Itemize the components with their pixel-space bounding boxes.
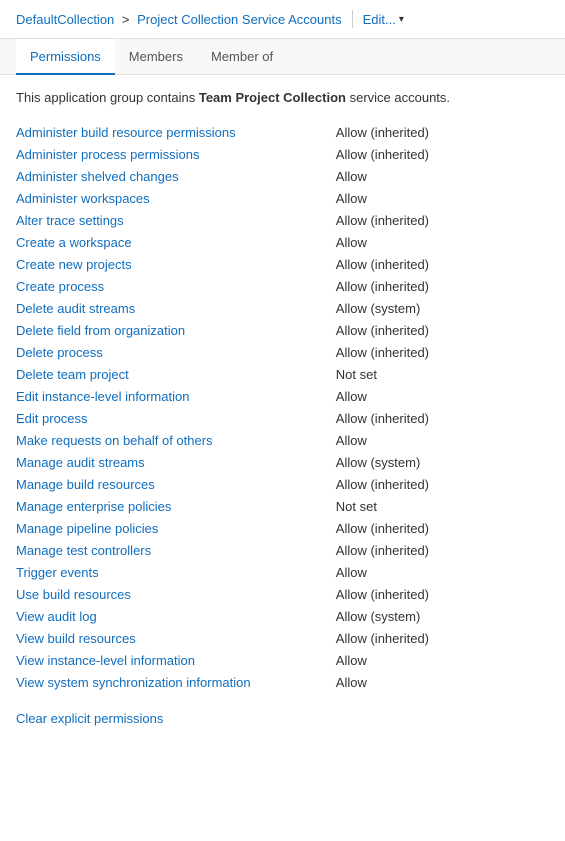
table-row: View instance-level informationAllow <box>16 649 549 671</box>
table-row: Create a workspaceAllow <box>16 231 549 253</box>
permission-status: Not set <box>336 495 549 517</box>
permission-name[interactable]: Use build resources <box>16 583 336 605</box>
permission-name[interactable]: Trigger events <box>16 561 336 583</box>
tab-permissions[interactable]: Permissions <box>16 39 115 75</box>
table-row: Delete processAllow (inherited) <box>16 341 549 363</box>
permission-status: Allow <box>336 649 549 671</box>
tabs-bar: Permissions Members Member of <box>0 39 565 75</box>
table-row: Manage build resourcesAllow (inherited) <box>16 473 549 495</box>
permission-name[interactable]: Delete field from organization <box>16 319 336 341</box>
breadcrumb-separator: > <box>122 12 130 27</box>
permission-status: Allow <box>336 561 549 583</box>
permission-status: Allow (inherited) <box>336 121 549 143</box>
description-text: This application group contains Team Pro… <box>16 89 549 107</box>
permission-status: Allow <box>336 187 549 209</box>
permission-status: Allow (inherited) <box>336 319 549 341</box>
table-row: Delete audit streamsAllow (system) <box>16 297 549 319</box>
permission-name[interactable]: Administer workspaces <box>16 187 336 209</box>
permission-status: Allow (inherited) <box>336 627 549 649</box>
permission-status: Not set <box>336 363 549 385</box>
chevron-down-icon: ▾ <box>399 14 404 25</box>
table-row: Use build resourcesAllow (inherited) <box>16 583 549 605</box>
table-row: Make requests on behalf of othersAllow <box>16 429 549 451</box>
permission-name[interactable]: Alter trace settings <box>16 209 336 231</box>
permission-name[interactable]: Manage test controllers <box>16 539 336 561</box>
permission-name[interactable]: Manage pipeline policies <box>16 517 336 539</box>
permission-name[interactable]: View audit log <box>16 605 336 627</box>
permission-status: Allow (inherited) <box>336 341 549 363</box>
tab-members[interactable]: Members <box>115 39 197 75</box>
permission-name[interactable]: Create new projects <box>16 253 336 275</box>
permission-name[interactable]: View build resources <box>16 627 336 649</box>
page-header: DefaultCollection > Project Collection S… <box>0 0 565 39</box>
clear-explicit-permissions-link[interactable]: Clear explicit permissions <box>16 711 163 726</box>
table-row: View build resourcesAllow (inherited) <box>16 627 549 649</box>
permission-status: Allow (inherited) <box>336 253 549 275</box>
permission-status: Allow (inherited) <box>336 275 549 297</box>
permission-status: Allow (system) <box>336 605 549 627</box>
permission-name[interactable]: View system synchronization information <box>16 671 336 693</box>
table-row: Edit processAllow (inherited) <box>16 407 549 429</box>
table-row: Create processAllow (inherited) <box>16 275 549 297</box>
permission-status: Allow (system) <box>336 451 549 473</box>
permission-status: Allow (inherited) <box>336 407 549 429</box>
table-row: Edit instance-level informationAllow <box>16 385 549 407</box>
table-row: Administer process permissionsAllow (inh… <box>16 143 549 165</box>
table-row: Delete field from organizationAllow (inh… <box>16 319 549 341</box>
permission-status: Allow (inherited) <box>336 539 549 561</box>
table-row: Trigger eventsAllow <box>16 561 549 583</box>
breadcrumb: DefaultCollection > Project Collection S… <box>16 12 342 27</box>
table-row: Administer build resource permissionsAll… <box>16 121 549 143</box>
table-row: Administer workspacesAllow <box>16 187 549 209</box>
permission-status: Allow (system) <box>336 297 549 319</box>
table-row: Administer shelved changesAllow <box>16 165 549 187</box>
table-row: Delete team projectNot set <box>16 363 549 385</box>
table-row: Manage audit streamsAllow (system) <box>16 451 549 473</box>
permission-status: Allow <box>336 165 549 187</box>
content-area: This application group contains Team Pro… <box>0 75 565 742</box>
edit-button[interactable]: Edit... ▾ <box>363 12 404 27</box>
breadcrumb-collection-link[interactable]: DefaultCollection <box>16 12 114 27</box>
permission-name[interactable]: Create a workspace <box>16 231 336 253</box>
edit-label: Edit... <box>363 12 396 27</box>
table-row: Manage enterprise policiesNot set <box>16 495 549 517</box>
permission-name[interactable]: Edit process <box>16 407 336 429</box>
table-row: View audit logAllow (system) <box>16 605 549 627</box>
table-row: Manage pipeline policiesAllow (inherited… <box>16 517 549 539</box>
tab-member-of[interactable]: Member of <box>197 39 287 75</box>
permission-status: Allow (inherited) <box>336 517 549 539</box>
permission-name[interactable]: Delete audit streams <box>16 297 336 319</box>
permission-name[interactable]: Administer build resource permissions <box>16 121 336 143</box>
permission-status: Allow (inherited) <box>336 583 549 605</box>
table-row: Alter trace settingsAllow (inherited) <box>16 209 549 231</box>
permission-status: Allow <box>336 429 549 451</box>
table-row: Create new projectsAllow (inherited) <box>16 253 549 275</box>
permission-name[interactable]: Delete process <box>16 341 336 363</box>
permission-name[interactable]: Make requests on behalf of others <box>16 429 336 451</box>
permission-status: Allow (inherited) <box>336 473 549 495</box>
permission-status: Allow (inherited) <box>336 209 549 231</box>
permission-status: Allow <box>336 385 549 407</box>
permission-name[interactable]: Manage build resources <box>16 473 336 495</box>
permissions-table: Administer build resource permissionsAll… <box>16 121 549 693</box>
permission-name[interactable]: Edit instance-level information <box>16 385 336 407</box>
permission-name[interactable]: View instance-level information <box>16 649 336 671</box>
header-divider <box>352 10 353 28</box>
permission-name[interactable]: Administer shelved changes <box>16 165 336 187</box>
breadcrumb-current-page: Project Collection Service Accounts <box>137 12 341 27</box>
permission-name[interactable]: Delete team project <box>16 363 336 385</box>
permission-status: Allow <box>336 671 549 693</box>
table-row: View system synchronization informationA… <box>16 671 549 693</box>
permission-status: Allow <box>336 231 549 253</box>
table-row: Manage test controllersAllow (inherited) <box>16 539 549 561</box>
permission-name[interactable]: Manage enterprise policies <box>16 495 336 517</box>
permission-name[interactable]: Administer process permissions <box>16 143 336 165</box>
permission-name[interactable]: Manage audit streams <box>16 451 336 473</box>
permission-name[interactable]: Create process <box>16 275 336 297</box>
permission-status: Allow (inherited) <box>336 143 549 165</box>
